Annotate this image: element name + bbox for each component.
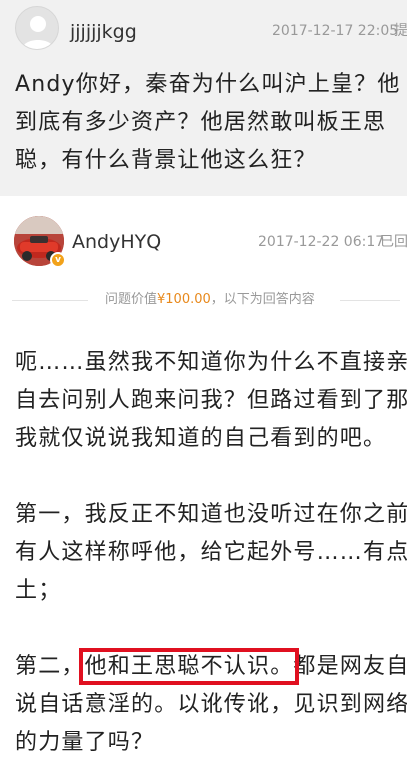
value-prefix: 问题价值 <box>105 292 158 307</box>
question-text: Andy你好，秦奋为什么叫沪上皇？他 到底有多少资产？他居然敢叫板王思 聪，有什… <box>15 66 407 180</box>
answer-timestamp: 2017-12-22 06:17 <box>258 234 385 250</box>
answer-line: 第二，他和王思聪不认识。都是网友自 <box>15 648 407 686</box>
question-text-line: 聪，有什么背景让他这么狂？ <box>15 148 317 173</box>
answer-line: 的力量了吗？ <box>15 730 155 755</box>
question-text-line: 到底有多少资产？他居然敢叫板王思 <box>15 110 387 135</box>
answer-line: 我就仅说说我知道的自己看到的吧。 <box>15 426 387 451</box>
question-value-notice: 问题价值¥100.00，以下为回答内容 <box>105 290 315 310</box>
highlighted-statement: 他和王思聪不认识。 <box>78 648 300 685</box>
answerer-avatar[interactable]: v <box>14 216 66 268</box>
answer-p3-prefix: 第二， <box>15 654 85 679</box>
question-meta-truncated: 提 <box>394 23 407 39</box>
answer-line: 呃……虽然我不知道你为什么不直接亲 <box>15 350 407 375</box>
answer-line: 说自话意淫的。以讹传讹，见识到网络 <box>15 692 407 717</box>
question-timestamp: 2017-12-17 22:05 <box>272 23 399 39</box>
divider-right <box>340 300 400 301</box>
answer-p3-suffix: 都是网友自 <box>293 654 407 679</box>
divider-left <box>12 300 88 301</box>
answer-body: 呃……虽然我不知道你为什么不直接亲 自去问别人跑来问我？但路过看到了那 我就仅说… <box>15 344 407 761</box>
default-user-avatar-icon[interactable] <box>15 6 59 50</box>
answer-line: 自去问别人跑来问我？但路过看到了那 <box>15 388 407 413</box>
answer-status: 已回 <box>380 234 407 250</box>
verified-badge-icon: v <box>50 252 66 268</box>
value-amount: ¥100.00 <box>157 292 211 307</box>
qa-page: jjjjjjkgg 2017-12-17 22:05 提 Andy你好，秦奋为什… <box>0 0 407 761</box>
answerer-username[interactable]: AndyHYQ <box>72 230 161 254</box>
answer-line: 第一，我反正不知道也没听过在你之前 <box>15 502 407 527</box>
question-username[interactable]: jjjjjjkgg <box>70 20 137 44</box>
value-suffix: ，以下为回答内容 <box>210 292 315 307</box>
answer-line: 土； <box>15 578 62 603</box>
question-text-line: Andy你好，秦奋为什么叫沪上皇？他 <box>15 72 401 97</box>
answer-line: 有人这样称呼他，给它起外号……有点 <box>15 540 407 565</box>
question-block: jjjjjjkgg 2017-12-17 22:05 提 Andy你好，秦奋为什… <box>0 0 407 196</box>
